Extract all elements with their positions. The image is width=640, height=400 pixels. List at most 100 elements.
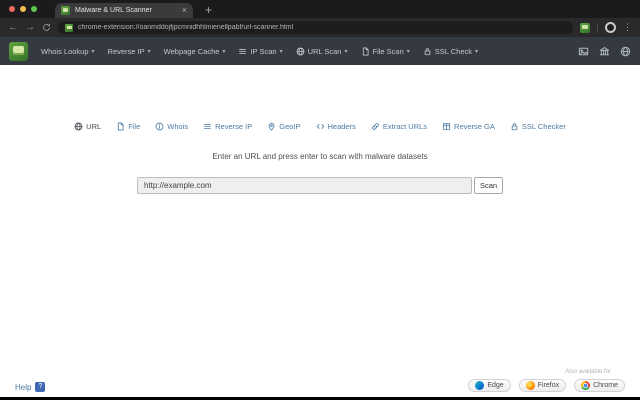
tab-title: Malware & URL Scanner [75, 7, 177, 14]
nav-item-label: IP Scan [250, 47, 276, 56]
browser-menu-icon[interactable]: ⋮ [623, 22, 632, 33]
globe-icon[interactable] [620, 46, 631, 57]
pin-icon [267, 122, 276, 131]
nav-item-label: URL Scan [308, 47, 342, 56]
tab-label: Headers [328, 122, 356, 131]
link-icon [371, 122, 380, 131]
browser-chip-chrome[interactable]: Chrome [574, 379, 625, 392]
chevron-down-icon: ▾ [407, 48, 410, 55]
tab-extract-urls[interactable]: Extract URLs [371, 122, 427, 131]
chevron-down-icon: ▾ [222, 48, 225, 55]
chevron-down-icon: ▾ [344, 48, 347, 55]
page: Whois Lookup▾Reverse IP▾Webpage Cache▾IP… [0, 37, 640, 397]
nav-item-label: File Scan [373, 47, 404, 56]
maximize-window-button[interactable] [31, 6, 37, 12]
page-footer: Help ? Also available for Edge Firefox Chr… [0, 369, 640, 392]
nav-item-label: Webpage Cache [164, 47, 220, 56]
nav-item-reverse-ip[interactable]: Reverse IP▾ [108, 47, 151, 56]
image-icon[interactable] [578, 46, 589, 57]
firefox-icon [526, 381, 535, 390]
browser-window: Malware & URL Scanner × + ← → chrome-ext… [0, 0, 640, 400]
close-window-button[interactable] [9, 6, 15, 12]
globe-icon [296, 47, 305, 56]
globe-icon [74, 122, 83, 131]
tab-label: URL [86, 122, 101, 131]
tab-label: Reverse GA [454, 122, 495, 131]
extension-favicon-icon [61, 6, 70, 15]
nav-item-ip-scan[interactable]: IP Scan ▾ [238, 47, 282, 56]
nav-items: Whois Lookup▾Reverse IP▾Webpage Cache▾IP… [41, 47, 478, 56]
address-bar[interactable]: chrome-extension://oanmddojfjpcmnidhhlmi… [58, 21, 573, 34]
tab-ssl-checker[interactable]: SSL Checker [510, 122, 566, 131]
extension-logo [9, 42, 28, 61]
tab-strip: Malware & URL Scanner × + [0, 0, 640, 18]
toolbar-right: ⋮ [580, 22, 632, 33]
nav-item-label: Whois Lookup [41, 47, 89, 56]
navbar-right-icons [578, 46, 631, 57]
chevron-down-icon: ▾ [92, 48, 95, 55]
available-caption: Also available for [468, 369, 611, 375]
footer-right: Also available for Edge Firefox Chrome [468, 369, 625, 392]
reload-icon[interactable] [42, 23, 51, 32]
site-navbar: Whois Lookup▾Reverse IP▾Webpage Cache▾IP… [0, 37, 640, 65]
help-link[interactable]: Help ? [15, 382, 45, 392]
browser-chip-label: Edge [487, 382, 503, 389]
profile-avatar[interactable] [605, 22, 616, 33]
help-icon: ? [35, 382, 45, 392]
nav-item-ssl-check[interactable]: SSL Check▾ [423, 47, 478, 56]
tab-reverse-ip[interactable]: Reverse IP [203, 122, 252, 131]
nav-item-whois-lookup[interactable]: Whois Lookup▾ [41, 47, 95, 56]
browser-chips: Edge Firefox Chrome [468, 379, 625, 392]
extension-pinned-icon[interactable] [580, 23, 590, 33]
browser-toolbar: ← → chrome-extension://oanmddojfjpcmnidh… [0, 18, 640, 37]
list-icon [238, 47, 247, 56]
nav-item-webpage-cache[interactable]: Webpage Cache▾ [164, 47, 226, 56]
tab-whois[interactable]: Whois [155, 122, 188, 131]
tab-label: Whois [167, 122, 188, 131]
nav-item-file-scan[interactable]: File Scan▾ [361, 47, 410, 56]
tab-label: Reverse IP [215, 122, 252, 131]
scan-form: Scan [137, 177, 503, 194]
tab-close-icon[interactable]: × [182, 6, 187, 15]
info-icon [155, 122, 164, 131]
browser-chip-label: Chrome [593, 382, 618, 389]
lock-icon [510, 122, 519, 131]
edge-icon [475, 381, 484, 390]
browser-chip-firefox[interactable]: Firefox [519, 379, 566, 392]
tab-label: File [128, 122, 140, 131]
file-icon [116, 122, 125, 131]
bank-icon[interactable] [599, 46, 610, 57]
nav-item-url-scan[interactable]: URL Scan▾ [296, 47, 348, 56]
tab-label: SSL Checker [522, 122, 566, 131]
new-tab-button[interactable]: + [205, 3, 212, 18]
help-label: Help [15, 383, 31, 392]
lock-icon [423, 47, 432, 56]
tab-geoip[interactable]: GeoIP [267, 122, 300, 131]
url-text: chrome-extension://oanmddojfjpcmnidhhlmi… [78, 24, 293, 31]
tab-headers[interactable]: Headers [316, 122, 356, 131]
tab-file[interactable]: File [116, 122, 140, 131]
tab-url[interactable]: URL [74, 122, 101, 131]
table-icon [442, 122, 451, 131]
tab-reverse-ga[interactable]: Reverse GA [442, 122, 495, 131]
scan-tabs: URL File Whois Reverse IP GeoIP Headers Extrac… [0, 122, 640, 131]
url-input[interactable] [137, 177, 472, 194]
nav-item-label: SSL Check [435, 47, 472, 56]
tab-label: Extract URLs [383, 122, 427, 131]
chevron-down-icon: ▾ [148, 48, 151, 55]
minimize-window-button[interactable] [20, 6, 26, 12]
list-icon [203, 122, 212, 131]
window-controls [0, 0, 45, 18]
browser-chip-label: Firefox [538, 382, 559, 389]
file-icon [361, 47, 370, 56]
browser-chip-edge[interactable]: Edge [468, 379, 510, 392]
chrome-icon [581, 381, 590, 390]
instruction-text: Enter an URL and press enter to scan wit… [0, 152, 640, 161]
site-favicon-icon [65, 24, 73, 32]
browser-tab[interactable]: Malware & URL Scanner × [55, 3, 193, 18]
back-icon[interactable]: ← [8, 23, 18, 33]
chevron-down-icon: ▾ [280, 48, 283, 55]
forward-icon[interactable]: → [25, 23, 35, 33]
toolbar-divider [597, 23, 598, 33]
scan-button[interactable]: Scan [474, 177, 503, 194]
